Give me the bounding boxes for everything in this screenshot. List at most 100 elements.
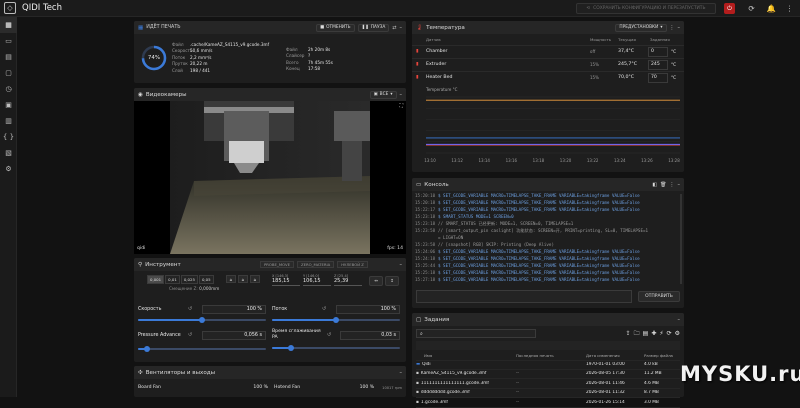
reset-icon[interactable]: ↺ (188, 306, 192, 312)
print-stat-row: Слой 198 / 441 (172, 67, 282, 74)
collapse-icon[interactable]: – (678, 317, 681, 323)
files-icon[interactable]: ▢ (0, 65, 17, 81)
flow-slider[interactable] (272, 317, 400, 323)
add-folder-icon[interactable]: 🗀 (634, 329, 640, 339)
webcam-selector[interactable]: ▣ ВСЕ ▾ (369, 90, 397, 99)
filter-icon[interactable]: ◧ (652, 182, 657, 188)
pa-slider[interactable] (138, 346, 266, 352)
save-config-restart-button[interactable]: ⟲ СОХРАНИТЬ КОНФИГУРАЦИЮ И ПЕРЕЗАПУСТИТЬ (576, 3, 716, 14)
webcam-panel: ◉ Видеокамеры ▣ ВСЕ ▾ – qidi fps: 14 ⛶ (134, 88, 406, 254)
trash-icon[interactable]: 🗑 (660, 182, 666, 188)
console-input[interactable] (416, 290, 632, 303)
slider-knob[interactable] (143, 346, 150, 352)
toolhead-action-button[interactable]: ZERO_MATERIA (297, 261, 335, 268)
temp-target-input[interactable]: 245 (648, 60, 668, 70)
emergency-stop-icon[interactable]: ⏻ (724, 3, 735, 14)
print-stat-value: 2h 20m 8s (308, 46, 331, 52)
console-scrollbar[interactable] (680, 194, 682, 284)
config-icon[interactable]: ▧ (0, 145, 17, 161)
file-row[interactable]: ▪ KameAZ_S4115_v9.gcode.3mf -- 2026-08-05 1… (416, 370, 680, 379)
step-button[interactable]: 0,05 (198, 275, 214, 284)
temp-target-input[interactable]: 70 (648, 73, 668, 83)
position-value: 106,15 (303, 278, 331, 286)
fullscreen-icon[interactable]: ⛶ (399, 103, 403, 109)
collapse-icon[interactable]: – (400, 370, 403, 376)
progress-text: 74% (147, 55, 161, 61)
machine-icon[interactable]: ▥ (0, 113, 17, 129)
upload-icon[interactable]: ⇪ (626, 330, 631, 337)
console-time: 15:23:18 (415, 221, 436, 226)
smooth-time-slider[interactable] (272, 345, 400, 351)
dots-vertical-icon[interactable]: ⋮ (784, 3, 795, 14)
position-field[interactable]: Z [25,4] 25,39 (334, 274, 362, 286)
webcam-view[interactable]: qidi fps: 14 ⛶ (134, 101, 406, 254)
temp-target-input[interactable]: 0 (648, 47, 668, 57)
slider-knob[interactable] (288, 345, 295, 351)
home-x-button[interactable]: ⌂ (226, 275, 236, 283)
dots-vertical-icon[interactable]: ⋮ (670, 25, 675, 31)
settings-icon[interactable]: ⚙ (0, 161, 17, 177)
console-icon[interactable]: ▭ (0, 33, 17, 49)
position-field[interactable]: X [146,3] 185,15 (272, 274, 300, 286)
step-button[interactable]: 0,01 (165, 275, 180, 284)
macros-icon[interactable]: { } (0, 129, 17, 145)
console-output[interactable]: 15:20:10 $ SET_GCODE_VARIABLE MACRO=TIMEL… (415, 192, 677, 286)
home-y-button[interactable]: ⌂ (238, 275, 248, 283)
refresh-icon[interactable]: ⟳ (746, 3, 757, 14)
step-button[interactable]: 0,025 (180, 275, 198, 284)
chart-time-tick: 13:10 (424, 158, 436, 163)
temperature-chart[interactable]: 13:10 13:12 13:14 13:16 13:18 13:20 13:22 13:24… (412, 93, 684, 171)
qidi-logo-icon[interactable]: ◇ (4, 2, 16, 14)
move-right-icon[interactable]: ↕ (385, 276, 399, 286)
position-field[interactable]: Y [146,0] 106,15 (303, 274, 331, 286)
dots-vertical-icon[interactable]: ⋮ (670, 182, 675, 188)
home-z-button[interactable]: ⌂ (250, 275, 260, 283)
print-stat-label: Поток (172, 54, 186, 60)
camera-icon: ▣ (373, 92, 378, 97)
flow-input[interactable]: 100 % (336, 304, 400, 314)
console-send-button[interactable]: ОТПРАВИТЬ (638, 291, 680, 302)
new-file-icon[interactable]: ▤ (643, 330, 649, 337)
cancel-print-button[interactable]: ■ ОТМЕНИТЬ (316, 23, 355, 32)
temperature-row[interactable]: ▮ Heater Bed 15% 70,0°C 70 °C (412, 71, 684, 84)
move-left-icon[interactable]: ↔ (369, 276, 383, 286)
file-search-input[interactable]: ⌕ (416, 329, 536, 338)
toolhead-action-button[interactable]: НУЛЕВОЙ Z (337, 261, 368, 268)
reset-icon[interactable]: ↺ (327, 332, 331, 338)
presets-button[interactable]: ПРЕДУСТАНОВКИ ▾ (615, 23, 667, 32)
pa-input[interactable]: 0,056 s (202, 330, 266, 340)
collapse-icon[interactable]: – (400, 262, 403, 268)
timelapse-icon[interactable]: ▣ (0, 97, 17, 113)
heightmap-icon[interactable]: ▤ (0, 49, 17, 65)
pause-print-button[interactable]: ❚❚ ПАУЗА (357, 23, 390, 32)
speed-input[interactable]: 100 % (202, 304, 266, 314)
dashboard-icon[interactable]: ▦ (0, 17, 17, 33)
collapse-icon[interactable]: – (400, 25, 403, 31)
collapse-icon[interactable]: – (678, 182, 681, 188)
swap-icon[interactable]: ⇄ (392, 25, 396, 31)
console-text: // [snapshot] RGB] SKIP: Printing (Deep … (438, 242, 554, 247)
reset-icon[interactable]: ↺ (188, 332, 192, 338)
collapse-icon[interactable]: – (678, 25, 681, 31)
speed-slider[interactable] (138, 317, 266, 323)
temperature-row[interactable]: ▮ Chamber off 37,4°C 0 °C (412, 45, 684, 58)
settings-icon[interactable]: ⚙ (675, 330, 680, 337)
add-icon[interactable]: ✚ (651, 330, 656, 337)
chart-time-tick: 13:22 (587, 158, 599, 163)
file-row[interactable]: ▪ 1111111111111111.gcode.3mf -- 2026-08-01 … (416, 379, 680, 389)
step-button[interactable]: 0,001 (147, 275, 165, 284)
slider-knob[interactable] (199, 317, 205, 323)
smooth-time-input[interactable]: 0,03 s (340, 330, 400, 340)
reset-icon[interactable]: ↺ (322, 306, 326, 312)
history-icon[interactable]: ◷ (0, 81, 17, 97)
toolhead-action-button[interactable]: PROBE_MOVE (260, 261, 295, 268)
slider-knob[interactable] (333, 317, 339, 323)
refresh-icon[interactable]: ⟳ (667, 330, 672, 337)
file-row[interactable]: ▬ Qidi 1970-01-01 03:00 4.0 kB (416, 360, 680, 370)
connect-icon[interactable]: ⚡ (659, 330, 663, 337)
stop-icon: ■ (320, 25, 325, 30)
file-row[interactable]: ▪ 1.gcode.3mf -- 2026-01-26 15:14 3.0 MB (416, 398, 680, 408)
temperature-row[interactable]: ▮ Extruder 15% 245,7°C 245 °C (412, 58, 684, 71)
bell-icon[interactable]: 🔔 (766, 3, 777, 14)
collapse-icon[interactable]: – (400, 92, 403, 98)
